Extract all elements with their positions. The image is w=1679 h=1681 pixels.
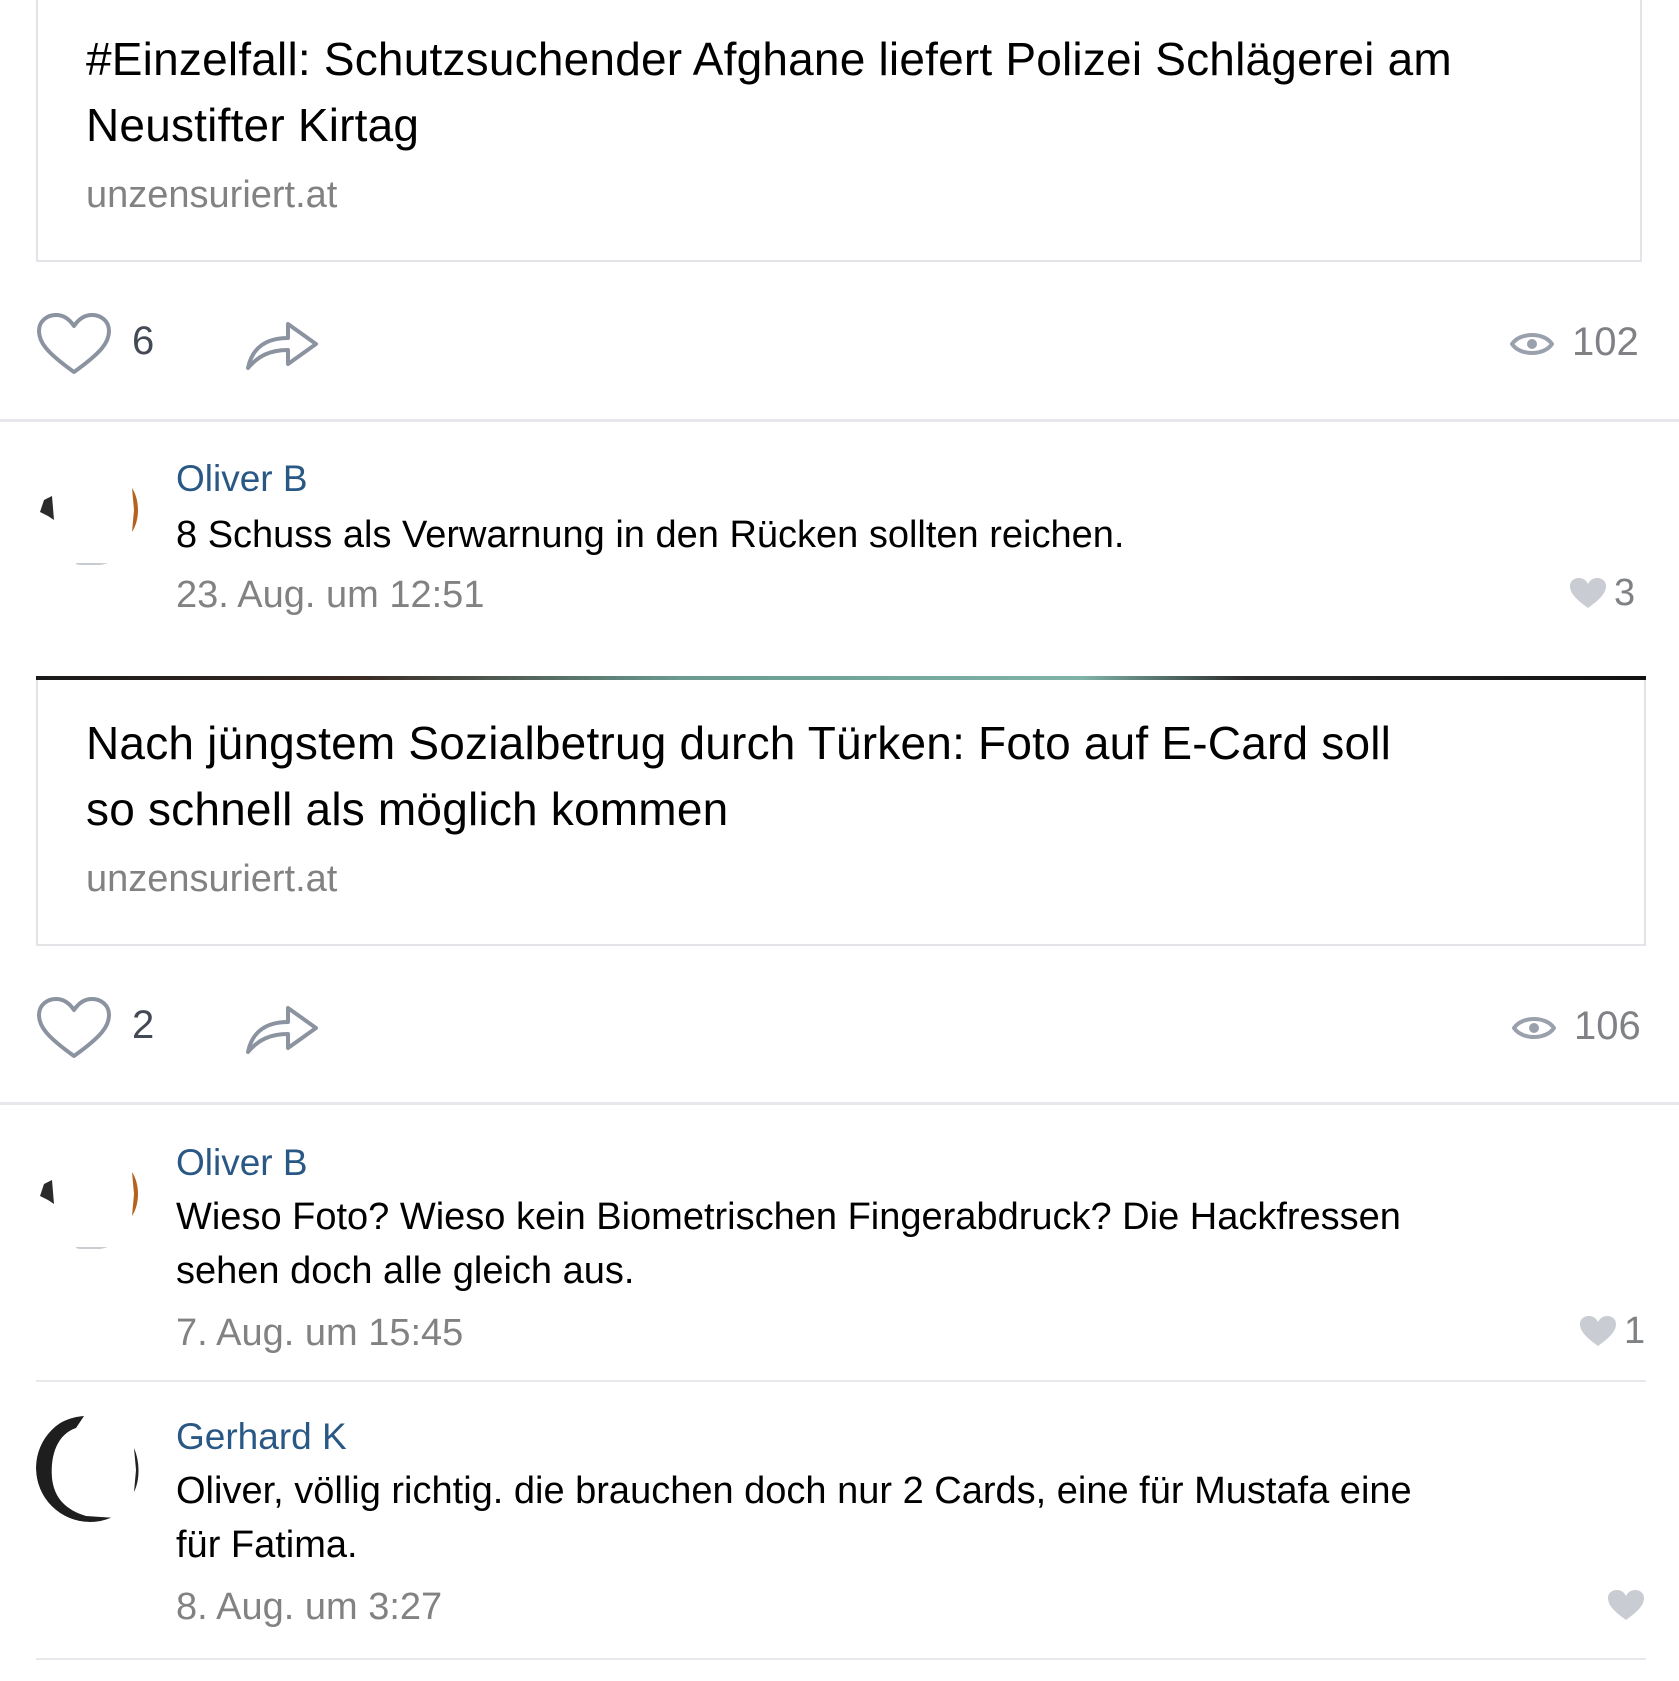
heart-outline-icon [37,997,111,1058]
post-divider [0,419,1679,422]
avatar[interactable] [36,1414,144,1522]
comment-timestamp[interactable]: 8. Aug. um 3:27 [176,1586,442,1629]
avatar-image [36,1414,144,1522]
eye-icon [1509,333,1555,355]
share-button[interactable] [244,998,322,1058]
heart-filled-icon [1580,1316,1616,1346]
comment-like-button[interactable] [1578,1314,1618,1348]
link-card-title[interactable]: Nach jüngstem Sozialbetrug durch Türken:… [86,710,1391,842]
link-card-title[interactable]: #Einzelfall: Schutzsuchender Afghane lie… [86,26,1452,158]
link-card[interactable]: #Einzelfall: Schutzsuchender Afghane lie… [36,0,1642,262]
link-card-domain: unzensuriert.at [86,174,338,216]
views-icon-wrap [1511,1008,1557,1048]
comment-text: Wieso Foto? Wieso kein Biometrischen Fin… [176,1190,1616,1298]
views-count: 106 [1574,1004,1641,1048]
post-divider [0,1102,1679,1105]
avatar-image [36,1142,144,1250]
comment-like-button[interactable] [1606,1588,1646,1622]
comment-text-line: sehen doch alle gleich aus. [176,1250,635,1292]
views-count: 102 [1572,320,1639,364]
comment-text-line: für Fatima. [176,1524,358,1566]
comment-text: Oliver, völlig richtig. die brauchen doc… [176,1464,1616,1572]
comment-text: 8 Schuss als Verwarnung in den Rücken so… [176,508,1616,562]
comment-divider [36,1380,1646,1382]
comment-text-line: Oliver, völlig richtig. die brauchen doc… [176,1470,1412,1512]
views-icon-wrap [1509,324,1555,364]
comment-timestamp[interactable]: 23. Aug. um 12:51 [176,574,484,617]
eye-icon [1511,1017,1557,1039]
avatar-image [36,458,144,566]
comment-timestamp[interactable]: 7. Aug. um 15:45 [176,1312,463,1355]
share-arrow-icon [246,1006,318,1054]
comment-text-line: Wieso Foto? Wieso kein Biometrischen Fin… [176,1196,1401,1238]
comment-author[interactable]: Oliver B [176,1142,308,1184]
like-count: 2 [132,1003,155,1047]
comment-author[interactable]: Gerhard K [176,1416,347,1458]
comment-like-button[interactable] [1568,576,1608,610]
share-button[interactable] [244,314,322,374]
comment-divider [36,1658,1646,1660]
like-count: 6 [132,319,155,363]
link-card[interactable]: Nach jüngstem Sozialbetrug durch Türken:… [36,680,1646,946]
link-card-domain: unzensuriert.at [86,858,338,900]
comment-text-line: 8 Schuss als Verwarnung in den Rücken so… [176,514,1125,556]
comment-author[interactable]: Oliver B [176,458,308,500]
comment-like-count: 1 [1624,1310,1646,1352]
avatar[interactable] [36,458,144,566]
heart-filled-icon [1570,578,1606,608]
heart-filled-icon [1608,1590,1644,1620]
comment-like-count: 3 [1614,572,1636,614]
like-button[interactable] [36,312,112,376]
like-button[interactable] [36,996,112,1060]
share-arrow-icon [246,322,318,370]
heart-outline-icon [37,313,111,374]
avatar[interactable] [36,1142,144,1250]
